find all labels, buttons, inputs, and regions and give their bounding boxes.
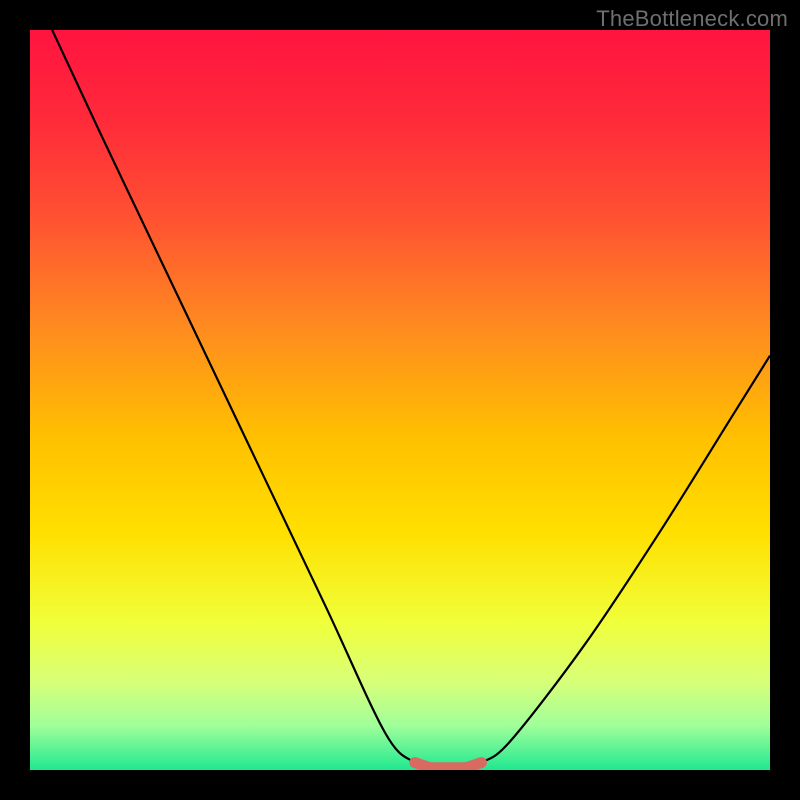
gradient-background: [30, 30, 770, 770]
watermark-text: TheBottleneck.com: [596, 6, 788, 32]
bottleneck-chart: TheBottleneck.com: [0, 0, 800, 800]
plot-svg: [30, 30, 770, 770]
optimal-zone-highlight: [415, 763, 482, 768]
